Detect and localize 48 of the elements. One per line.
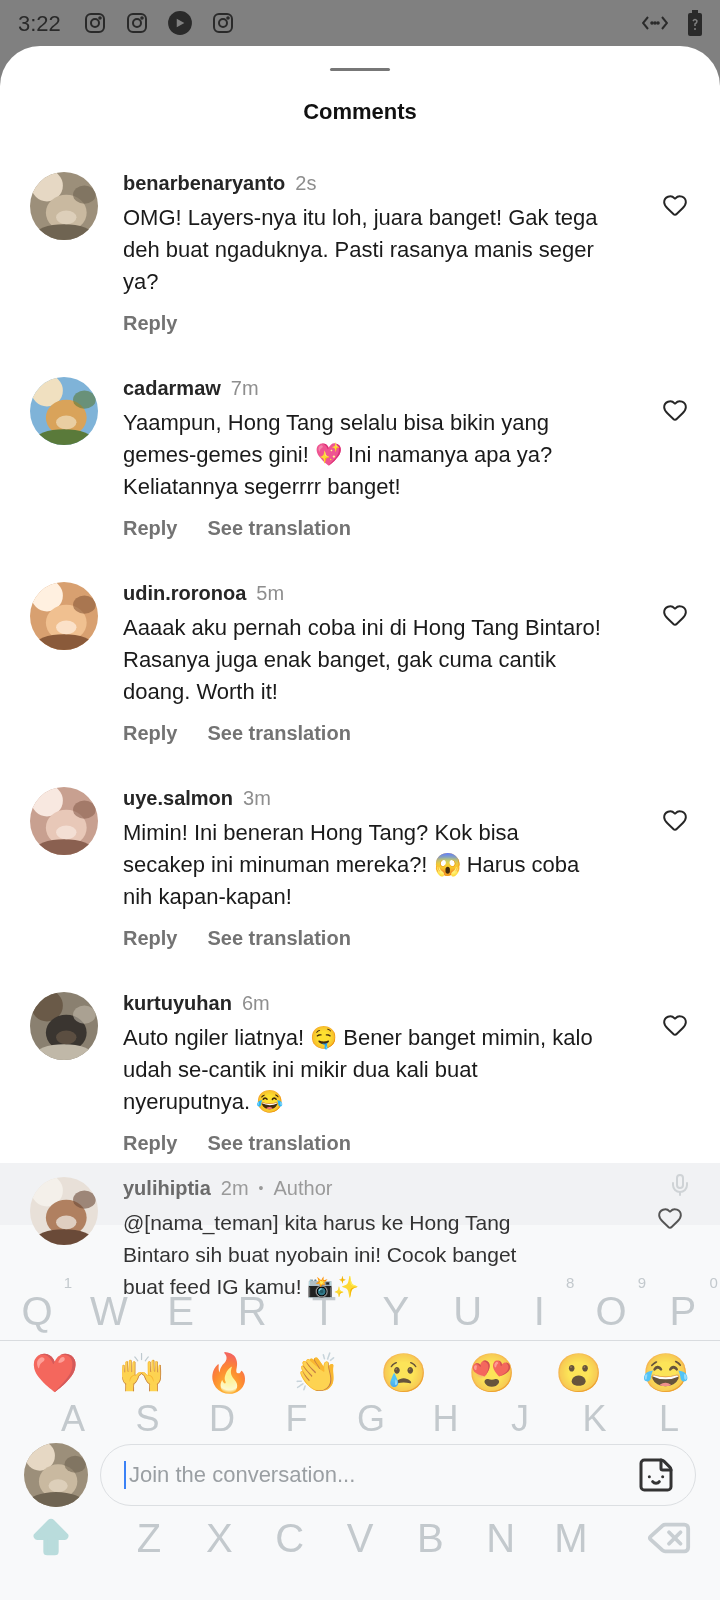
see-translation-link[interactable]: See translation	[207, 718, 351, 748]
reply-button[interactable]: Reply	[123, 308, 178, 338]
reply-button[interactable]: Reply	[123, 923, 178, 953]
sheet-title: Comments	[303, 98, 417, 126]
comment-text: OMG! Layers-nya itu loh, juara banget! Gak tega deh buat ngaduknya. Pasti rasanya manis seger ya?	[123, 204, 599, 296]
reply-button[interactable]: Reply	[123, 1128, 178, 1158]
comment-time: 2s	[295, 171, 317, 196]
username[interactable]: benarbenaryanto	[123, 168, 286, 198]
username[interactable]: uye.salmon	[123, 783, 234, 813]
separator-dot: •	[258, 1178, 264, 1198]
comment-text: @[nama_teman] kita harus ke Hong Tang Bintaro sih buat nyobain ini! Cocok banget buat feed IG kamu! 📸✨	[123, 1210, 518, 1298]
comment-time: 2m	[220, 1176, 249, 1201]
author-label: Author	[273, 1176, 333, 1201]
comment-time: 7m	[230, 376, 259, 401]
emoji-reaction[interactable]: ❤	[26, 1348, 82, 1398]
reply-button[interactable]: Reply	[123, 513, 178, 543]
reply-button[interactable]: Reply	[123, 718, 178, 748]
username[interactable]: udin.roronoa	[123, 578, 247, 608]
text-cursor	[124, 1461, 126, 1489]
comment-text: Aaaak aku pernah coba ini di Hong Tang Bintaro! Rasanya juga enak banget, gak cuma cantik doang. Worth it!	[123, 614, 602, 706]
clock: 3:22	[18, 9, 61, 38]
see-translation-link[interactable]: See translation	[207, 923, 351, 953]
see-translation-link[interactable]: See translation	[207, 513, 351, 543]
emoji-reaction[interactable]: 👏	[288, 1348, 345, 1398]
comment-text: Auto ngiler liatnya! 🤤 Bener banget mimin, kalo udah se-cantik ini mikir dua kali buat nyeruputnya. 😂	[123, 1024, 594, 1116]
data-transfer-icon	[642, 15, 668, 31]
emoji-reaction[interactable]: 🙌	[113, 1348, 170, 1398]
comment-input[interactable]: Join the conversation...	[100, 1444, 696, 1506]
see-translation-link[interactable]: See translation	[207, 1128, 351, 1158]
username[interactable]: cadarmaw	[123, 373, 221, 403]
username[interactable]: kurtuyuhan	[123, 988, 232, 1018]
comment-text: Yaampun, Hong Tang selalu bisa bikin yang gemes-gemes gini! 💖 Ini namanya apa ya? Keliatannya segerrrr banget!	[123, 409, 554, 501]
emoji-reaction[interactable]: 😍	[463, 1348, 520, 1398]
camera-icon	[124, 11, 149, 35]
camera-icon	[210, 11, 235, 35]
comment-time: 6m	[241, 991, 270, 1016]
emoji-reaction[interactable]: 🔥	[200, 1348, 257, 1398]
drag-handle[interactable]	[330, 68, 390, 71]
username[interactable]: yulihiptia	[123, 1173, 211, 1203]
emoji-reaction[interactable]: 😂	[637, 1348, 694, 1398]
emoji-reaction[interactable]: 😢	[375, 1348, 432, 1398]
comment-text: Mimin! Ini beneran Hong Tang? Kok bisa secakep ini minuman mereka?! 😱 Harus coba nih kapan-kapan!	[123, 819, 581, 911]
comment-time: 5m	[256, 581, 285, 606]
emoji-reaction[interactable]: 😮	[550, 1348, 607, 1398]
camera-icon	[82, 11, 107, 35]
battery-icon	[688, 10, 702, 36]
aperture-icon	[166, 10, 193, 36]
comment-time: 3m	[243, 786, 271, 811]
